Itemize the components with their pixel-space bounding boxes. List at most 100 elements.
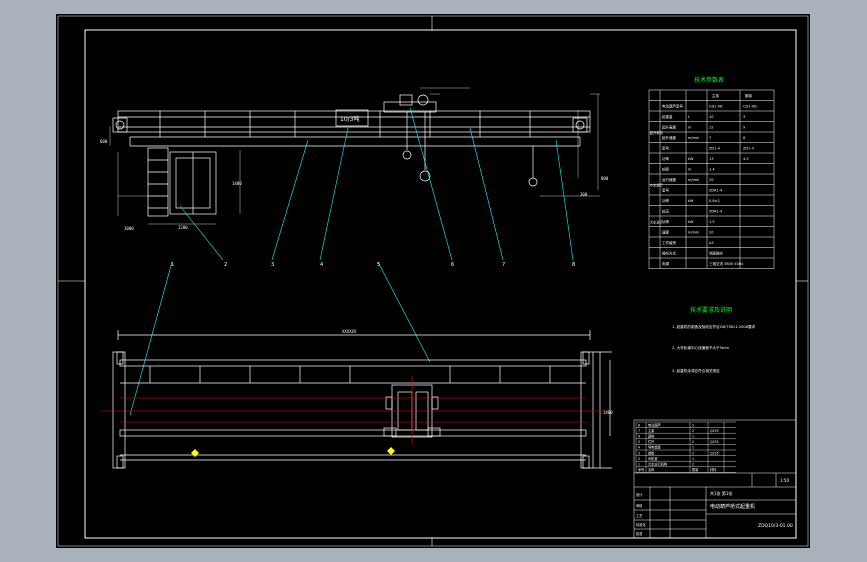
spec-row-main: A3 bbox=[709, 241, 714, 245]
spec-row-unit: kW bbox=[688, 199, 694, 203]
spec-row-label: 型号 bbox=[662, 146, 670, 151]
spec-group-label: 小车运行 bbox=[650, 183, 664, 188]
spec-row-main: ZD1-4 bbox=[709, 147, 721, 151]
part-name: 主梁 bbox=[648, 428, 655, 433]
parts-header: 数量 bbox=[692, 467, 699, 472]
dim-text: 1200 bbox=[178, 225, 188, 230]
spec-group-label: 起升机构 bbox=[650, 130, 663, 135]
spec-row-label: 功率 bbox=[662, 219, 670, 224]
part-no: 6 bbox=[638, 435, 640, 439]
spec-row-aux: 8 bbox=[743, 136, 745, 140]
spec-row-label: 轮距 bbox=[662, 167, 670, 172]
part-qty: 1 bbox=[692, 435, 694, 439]
part-name: 电动葫芦 bbox=[648, 422, 661, 427]
callout-7: 7 bbox=[502, 262, 505, 268]
spec-row-unit: m bbox=[688, 168, 692, 172]
parts-header: 名称 bbox=[648, 467, 655, 472]
spec-row-unit: m/min bbox=[688, 231, 699, 235]
scale: 1:50 bbox=[780, 478, 789, 483]
dim-text: 1400 bbox=[232, 181, 242, 186]
spec-row-main: ZDR1-4 bbox=[709, 210, 723, 214]
spec-table-title: 技术参数表 bbox=[694, 76, 724, 84]
part-name: 端梁 bbox=[648, 450, 655, 455]
part-name: 导电装置 bbox=[648, 445, 661, 450]
spec-row-label: 工作级别 bbox=[662, 240, 676, 245]
drawing-title: 电动葫芦桥式起重机 bbox=[710, 503, 755, 510]
dim-text: 1000 bbox=[124, 226, 134, 231]
sheet-info: 共1张 第1张 bbox=[710, 490, 732, 496]
part-name: 栏杆 bbox=[648, 439, 655, 444]
part-name: 司机室 bbox=[648, 456, 658, 461]
spec-row-label: 起升速度 bbox=[662, 135, 676, 140]
spec-row-main: 10 bbox=[709, 115, 713, 119]
part-no: 8 bbox=[638, 423, 640, 427]
spec-row-main: 三相交流 380V 50Hz bbox=[709, 261, 743, 266]
spec-row-label: 型号 bbox=[662, 188, 670, 193]
part-no: 7 bbox=[638, 429, 640, 433]
sig-label-1: 设计 bbox=[636, 492, 643, 497]
sig-label-2: 审核 bbox=[636, 503, 643, 508]
spec-row-unit: m bbox=[688, 126, 692, 130]
spec-row-label: 起重量 bbox=[662, 114, 673, 119]
part-qty: 2 bbox=[692, 440, 694, 444]
spec-row-unit: m/min bbox=[688, 136, 699, 140]
spec-row-main: 12 bbox=[709, 126, 713, 130]
cad-drawing-canvas: 600 1400 1200 1000 800 300 10/3吨 1 2 3 4… bbox=[56, 14, 810, 548]
spec-row-label: 速度 bbox=[662, 230, 670, 235]
sig-label-3: 工艺 bbox=[636, 513, 642, 518]
spec-row-main: 20 bbox=[709, 178, 713, 182]
spec-col-header: 副钩 bbox=[745, 93, 753, 98]
spec-row-label: 轮压 bbox=[662, 209, 670, 214]
dim-text: 300 bbox=[580, 192, 588, 197]
sig-label-4: 标准化 bbox=[636, 522, 646, 527]
spec-row-label: 起升高度 bbox=[662, 125, 676, 130]
spec-row-aux: CD1-9D bbox=[743, 105, 757, 109]
spec-row-main: ZDR1-4 bbox=[709, 189, 723, 193]
tech-note-2: 2. 大车轨道中心线偏差不大于5mm bbox=[672, 345, 729, 350]
part-name: 大车运行机构 bbox=[648, 462, 667, 467]
sig-label-5: 批准 bbox=[636, 531, 643, 536]
spec-row-main: 地面操纵 bbox=[709, 251, 723, 256]
spec-row-label: 功率 bbox=[662, 156, 670, 161]
part-no: 4 bbox=[638, 446, 640, 450]
part-qty: 1 bbox=[692, 423, 694, 427]
dim-text: 600 bbox=[100, 139, 108, 144]
part-name: 副钩 bbox=[648, 434, 654, 439]
spec-row-label: 操纵方式 bbox=[662, 251, 676, 256]
spec-row-unit: m/min bbox=[688, 178, 699, 182]
dim-text: 800 bbox=[601, 176, 609, 181]
callout-2: 2 bbox=[224, 262, 227, 268]
callout-8: 8 bbox=[572, 262, 575, 268]
spec-row-label: 运行速度 bbox=[662, 177, 676, 182]
spec-row-main: 20 bbox=[709, 231, 713, 235]
spec-row-main: CD1-9D bbox=[709, 105, 723, 109]
part-qty: 2 bbox=[692, 451, 694, 455]
callout-1: 1 bbox=[171, 262, 174, 268]
tech-notes-title: 技术要求及说明 bbox=[690, 306, 732, 314]
crane-capacity-label: 10/3吨 bbox=[340, 115, 359, 123]
span-dimension: XXXXXX bbox=[342, 329, 357, 334]
spec-row-label: 功率 bbox=[662, 198, 670, 203]
spec-row-label: 电源 bbox=[662, 261, 670, 266]
spec-row-main: 1.4 bbox=[709, 168, 715, 172]
tech-note-1: 1. 起重机的制造及验收应符合GB/T3811-2008要求 bbox=[672, 324, 756, 329]
spec-row-unit: kW bbox=[688, 157, 694, 161]
tech-note-3: 3. 起重机涂漆应符合相关规定 bbox=[672, 368, 720, 373]
part-no: 3 bbox=[638, 451, 640, 455]
part-qty: 2 bbox=[692, 463, 694, 467]
spec-row-aux: 4.5 bbox=[743, 157, 749, 161]
spec-row-main: 7 bbox=[709, 136, 711, 140]
part-material: Q235 bbox=[710, 429, 719, 433]
drawing-number: ZDQ10/3-01.00 bbox=[758, 523, 793, 529]
parts-header: 序号 bbox=[638, 467, 644, 472]
spec-row-label: 电动葫芦型号 bbox=[662, 104, 683, 109]
part-qty: 2 bbox=[692, 429, 694, 433]
part-material: Q235 bbox=[710, 451, 719, 455]
spec-row-unit: kW bbox=[688, 220, 694, 224]
part-no: 5 bbox=[638, 440, 640, 444]
part-qty: 1 bbox=[692, 457, 694, 461]
callout-6: 6 bbox=[451, 262, 454, 268]
callout-4: 4 bbox=[320, 262, 323, 268]
spec-row-aux: 9 bbox=[743, 126, 745, 130]
spec-row-main: 1.5 bbox=[709, 220, 715, 224]
